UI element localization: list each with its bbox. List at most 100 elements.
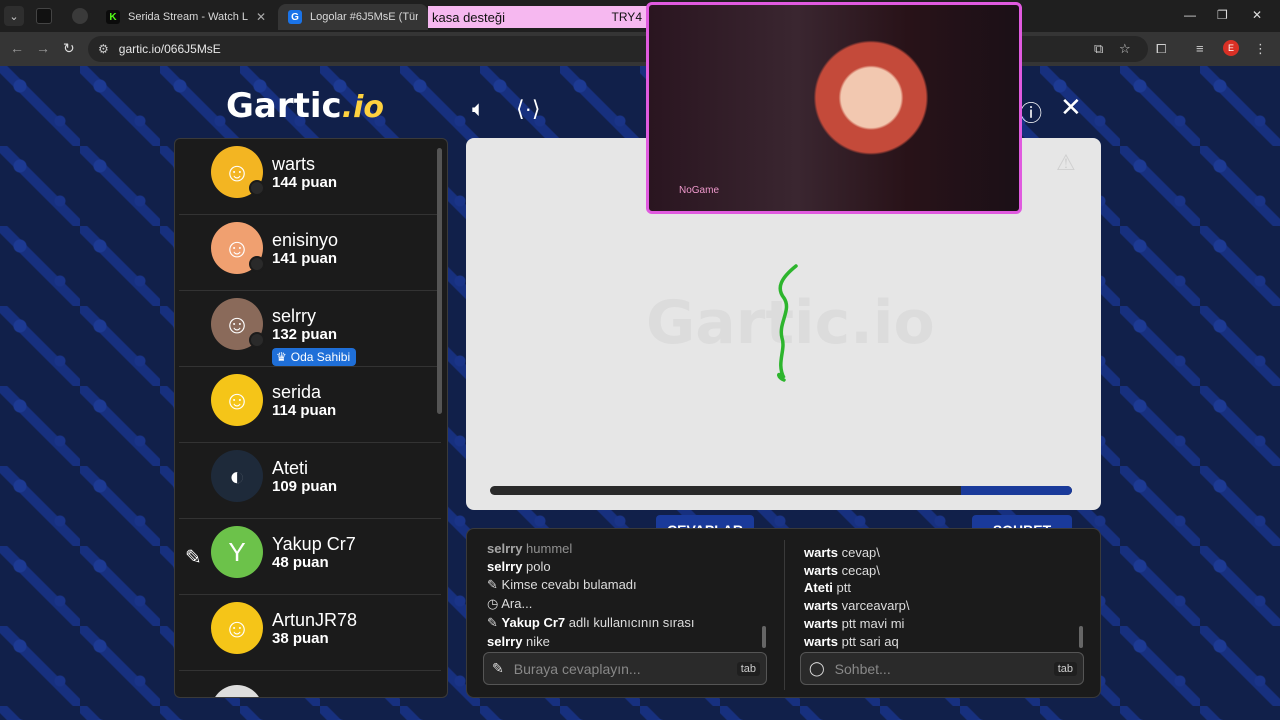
tab-search-button[interactable]: ⌄ bbox=[4, 6, 24, 26]
player-row: ☺ warts 144 puan bbox=[179, 139, 441, 215]
answer-message: ✎ Kimse cevabı bulamadı bbox=[487, 577, 637, 592]
gartic-logo: Gartic.io bbox=[226, 86, 384, 126]
player-score: 114 puan bbox=[272, 402, 337, 419]
back-icon[interactable]: ← bbox=[10, 40, 24, 56]
chat-message: Ateti ptt bbox=[804, 580, 851, 595]
tab-key-hint: tab bbox=[736, 661, 760, 676]
drawing-pencil-icon: ✎ bbox=[185, 547, 202, 569]
logo-text: Gartic bbox=[226, 86, 342, 126]
webcam-overlay: NoGame bbox=[646, 2, 1022, 214]
avatar: Y bbox=[211, 526, 263, 578]
stream-overlay-label: kasa desteği TRY4 bbox=[428, 6, 648, 28]
cam-tag: NoGame bbox=[679, 185, 720, 196]
answer-message: ◷ Ara... bbox=[487, 596, 533, 611]
minimize-icon[interactable]: — bbox=[1184, 8, 1196, 22]
chat-message: warts ptt mavi mi bbox=[804, 616, 905, 631]
player-score: 48 puan bbox=[272, 554, 329, 571]
answer-message: selrry nike bbox=[487, 634, 550, 649]
chat-scrollbar[interactable] bbox=[1079, 626, 1083, 648]
avatar: ☺ bbox=[211, 146, 265, 198]
player-score: 132 puan bbox=[272, 326, 338, 343]
host-label: Oda Sahibi bbox=[290, 350, 351, 364]
answer-placeholder: Buraya cevaplayın... bbox=[513, 660, 641, 677]
player-name: serida bbox=[272, 382, 322, 402]
player-name: Ateti bbox=[272, 458, 309, 478]
tab-gartic[interactable]: G Logolar #6J5MsE (Türkçe) - Ga bbox=[278, 4, 428, 30]
avatar: ☺ bbox=[211, 298, 265, 350]
forward-icon[interactable]: → bbox=[36, 40, 50, 56]
chat-message: warts cevap\ bbox=[804, 545, 880, 560]
maximize-icon[interactable]: ❐ bbox=[1217, 8, 1228, 22]
chat-divider bbox=[784, 540, 785, 690]
chat-placeholder: Sohbet... bbox=[834, 660, 891, 677]
player-score: 144 puan bbox=[272, 174, 338, 191]
chat-bubble-icon: ◯ bbox=[809, 660, 825, 676]
player-row: ✎ Y Yakup Cr7 48 puan bbox=[179, 519, 441, 595]
host-badge: ♛ Oda Sahibi bbox=[272, 348, 357, 366]
player-row: ☺ enisinyo 141 puan bbox=[179, 215, 441, 291]
install-icon[interactable]: ⧉ bbox=[1094, 41, 1103, 57]
players-scrollbar[interactable] bbox=[437, 148, 442, 414]
player-name: enisinyo bbox=[272, 230, 339, 250]
tab-title: Serida Stream - Watch Live on Ki bbox=[128, 11, 248, 23]
avatar: ☺ bbox=[211, 374, 263, 426]
player-name: warts bbox=[272, 154, 316, 174]
player-name: Yakup Cr7 bbox=[272, 534, 356, 554]
chat-message: warts cecap\ bbox=[804, 563, 880, 578]
sound-icon[interactable]: 🔈︎ bbox=[472, 96, 485, 122]
menu-icon[interactable]: ⋮ bbox=[1254, 41, 1267, 57]
close-icon[interactable]: ✕ bbox=[256, 10, 266, 24]
bookmark-star-icon[interactable]: ☆ bbox=[1119, 41, 1131, 57]
pinned-tab[interactable] bbox=[72, 8, 88, 24]
player-row: ☺ selrry 132 puan ♛ Oda Sahibi bbox=[179, 291, 441, 367]
answers-scrollbar[interactable] bbox=[762, 626, 766, 648]
answer-message: selrry polo bbox=[487, 559, 551, 574]
player-name: ArtunJR78 bbox=[272, 610, 358, 630]
answer-message: ✎ Yakup Cr7 adlı kullanıcının sırası bbox=[487, 615, 695, 630]
pencil-icon: ✎ bbox=[487, 615, 498, 630]
overlay-code: TRY4 bbox=[611, 10, 642, 24]
tab-kick-stream[interactable]: K Serida Stream - Watch Live on Ki ✕ bbox=[96, 4, 276, 30]
gartic-icon: G bbox=[288, 10, 302, 24]
pencil-icon: ✎ bbox=[487, 577, 498, 592]
close-game-icon[interactable]: ✕ bbox=[1060, 92, 1082, 123]
browser-toolbar: ← → ↻ ⚙ gartic.io/066J5MsE ⧉ ☆ ⧠ ≡ ⋮ bbox=[0, 32, 1280, 66]
avatar: ☺ bbox=[211, 602, 263, 654]
clock-icon: ◷ bbox=[487, 596, 499, 611]
overlay-text: kasa desteği bbox=[432, 9, 505, 25]
players-list: ☺ warts 144 puan ☺ enisinyo 141 puan ☺ s… bbox=[174, 138, 448, 698]
player-row: ☺ serida 114 puan bbox=[179, 367, 441, 443]
tab-key-hint: tab bbox=[1053, 661, 1077, 676]
share-icon[interactable]: ⟨·⟩ bbox=[516, 96, 541, 122]
player-row bbox=[179, 671, 441, 697]
avatar: ☺ bbox=[211, 222, 265, 274]
player-row: ☺ ArtunJR78 38 puan bbox=[179, 595, 441, 671]
player-name: selrry bbox=[272, 306, 316, 326]
logo-io: .io bbox=[341, 90, 384, 125]
reload-icon[interactable]: ↻ bbox=[63, 40, 75, 57]
pinned-tab[interactable] bbox=[36, 8, 52, 24]
player-score: 141 puan bbox=[272, 250, 338, 267]
info-icon[interactable]: ⓘ bbox=[1020, 96, 1042, 128]
avatar: ◐ bbox=[211, 450, 263, 502]
profile-avatar[interactable]: E bbox=[1223, 40, 1239, 56]
kick-icon: K bbox=[106, 10, 120, 24]
timer-remaining bbox=[961, 486, 1072, 495]
avatar bbox=[211, 685, 263, 697]
chat-message: warts varceavarp\ bbox=[804, 598, 910, 613]
media-icon[interactable]: ≡ bbox=[1196, 41, 1204, 56]
answer-input[interactable]: ✎ Buraya cevaplayın... tab bbox=[483, 652, 767, 685]
player-score: 109 puan bbox=[272, 478, 338, 495]
pencil-icon: ✎ bbox=[492, 660, 504, 676]
extensions-icon[interactable]: ⧠ bbox=[1156, 41, 1166, 57]
timer-bar bbox=[490, 486, 1072, 495]
url-text: gartic.io/066J5MsE bbox=[118, 42, 221, 56]
tab-title: Logolar #6J5MsE (Türkçe) - Ga bbox=[310, 11, 418, 23]
chat-input[interactable]: ◯ Sohbet... tab bbox=[800, 652, 1084, 685]
close-window-icon[interactable]: ✕ bbox=[1252, 8, 1262, 22]
chat-message: warts ptt sari aq bbox=[804, 634, 899, 649]
site-info-icon[interactable]: ⚙ bbox=[98, 42, 109, 56]
player-row: ◐ Ateti 109 puan bbox=[179, 443, 441, 519]
answer-message: selrry hummel bbox=[487, 541, 573, 556]
player-score: 38 puan bbox=[272, 630, 329, 647]
